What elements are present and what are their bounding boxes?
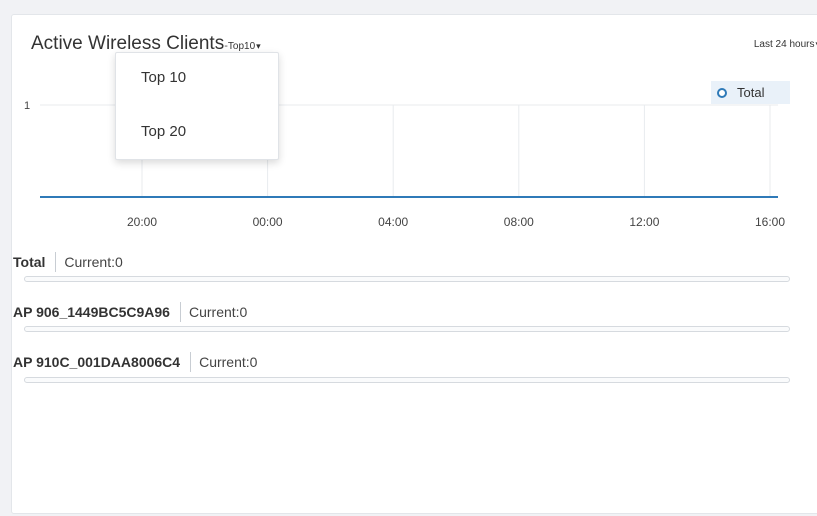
stat-current: Current:0 bbox=[64, 254, 123, 270]
chart-legend[interactable]: Total bbox=[711, 81, 790, 104]
divider bbox=[190, 352, 192, 372]
stat-name: AP 910C_001DAA8006C4 bbox=[13, 354, 181, 370]
stat-row-ap910c: AP 910C_001DAA8006C4 Current:0 bbox=[13, 352, 257, 372]
x-tick-label: 16:00 bbox=[755, 215, 785, 229]
stat-name: AP 906_1449BC5C9A96 bbox=[13, 304, 170, 320]
dropdown-item-top-10[interactable]: Top 10 bbox=[141, 69, 186, 86]
x-tick-label: 12:00 bbox=[629, 215, 659, 229]
stat-progress-bar bbox=[24, 276, 790, 282]
x-tick-label: 20:00 bbox=[127, 215, 157, 229]
top-n-dropdown-menu: Top 10 Top 20 bbox=[115, 52, 279, 160]
stat-progress-bar bbox=[24, 377, 790, 383]
stat-row-total: Total Current:0 bbox=[13, 252, 123, 272]
stat-current: Current:0 bbox=[188, 304, 248, 320]
dropdown-item-top-20[interactable]: Top 20 bbox=[141, 123, 186, 140]
x-tick-label: 04:00 bbox=[378, 215, 408, 229]
y-tick-label: 1 bbox=[24, 100, 30, 112]
stat-current: Current:0 bbox=[199, 354, 258, 370]
x-tick-label: 00:00 bbox=[253, 215, 283, 229]
x-tick-label: 08:00 bbox=[504, 215, 534, 229]
stat-progress-bar bbox=[24, 326, 790, 332]
divider bbox=[55, 252, 57, 272]
stat-row-ap906: AP 906_1449BC5C9A96 Current:0 bbox=[13, 302, 247, 322]
divider bbox=[179, 302, 181, 322]
legend-label-total: Total bbox=[737, 85, 765, 100]
legend-marker-icon bbox=[717, 87, 727, 98]
stat-name: Total bbox=[13, 254, 46, 270]
